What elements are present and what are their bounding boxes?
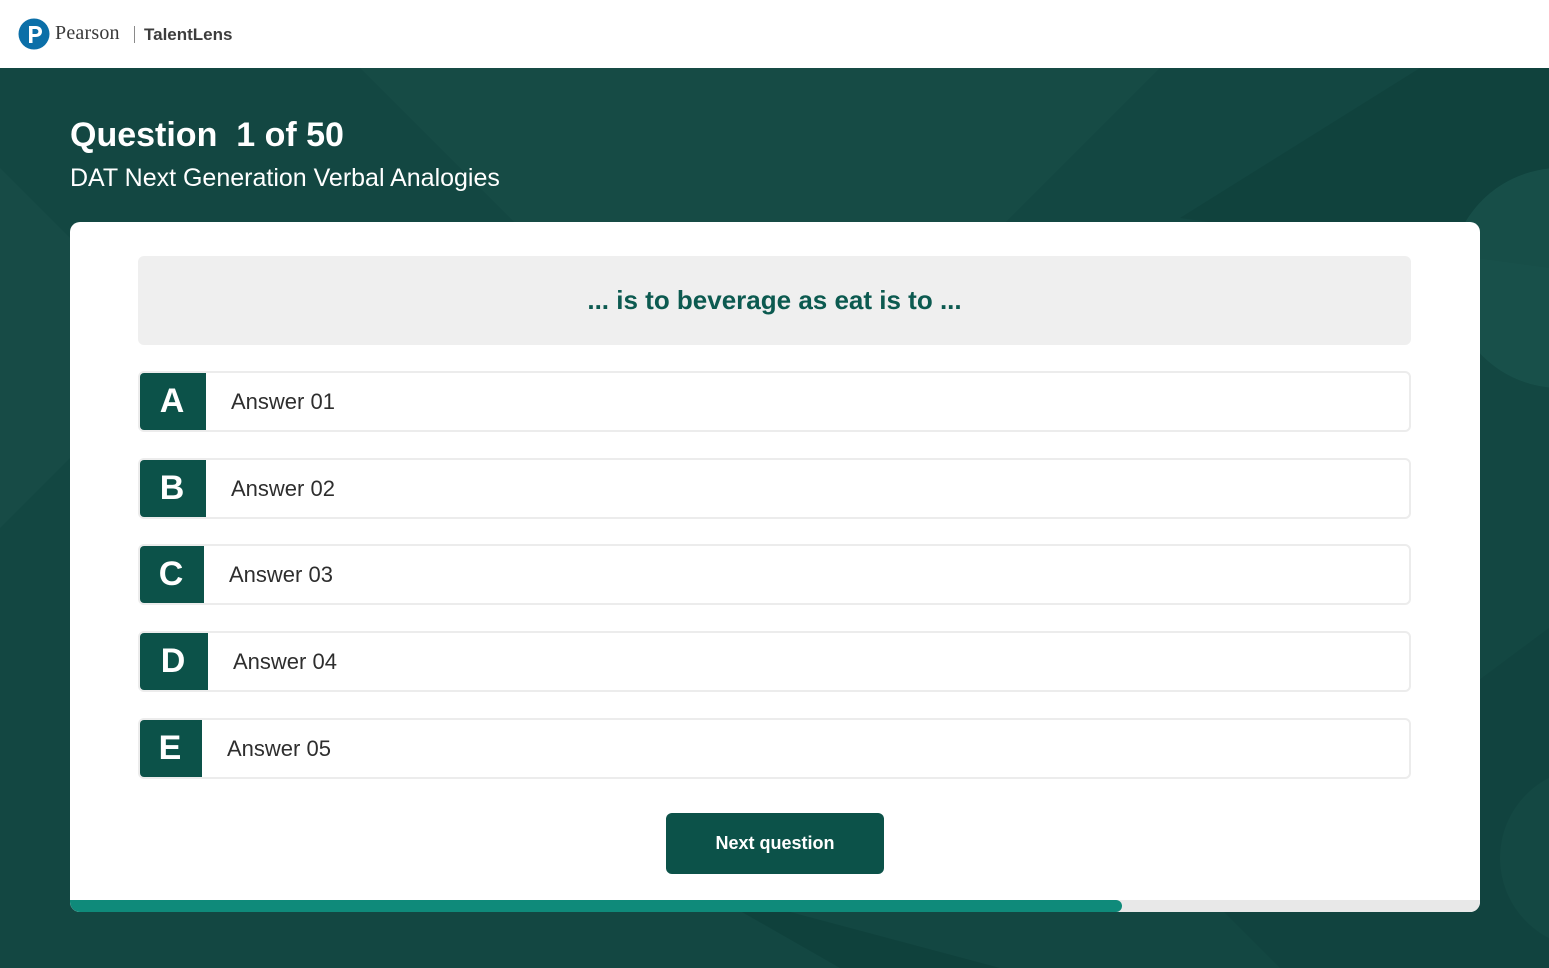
option-label: Answer 01	[231, 388, 335, 414]
progress-bar-fill	[70, 900, 1122, 912]
test-name: DAT Next Generation Verbal Analogies	[70, 164, 500, 192]
brand-divider	[134, 26, 135, 43]
question-prompt-box: ... is to beverage as eat is to ...	[138, 256, 1411, 345]
option-label: Answer 02	[231, 475, 335, 501]
answer-option-b[interactable]: B Answer 02	[138, 458, 1411, 519]
brand-name: Pearson	[55, 22, 120, 44]
option-label: Answer 04	[233, 648, 337, 674]
pearson-logo-icon	[18, 18, 50, 50]
product-name: TalentLens	[144, 25, 233, 44]
assessment-stage: Question 1 of 50 DAT Next Generation Ver…	[0, 68, 1549, 968]
option-letter: E	[140, 720, 202, 777]
question-prompt: ... is to beverage as eat is to ...	[587, 285, 962, 315]
option-letter: D	[140, 633, 208, 690]
answer-option-e[interactable]: E Answer 05	[138, 718, 1411, 779]
option-letter: A	[140, 373, 206, 430]
answer-option-a[interactable]: A Answer 01	[138, 371, 1411, 432]
next-question-button[interactable]: Next question	[666, 813, 884, 874]
question-counter: Question 1 of 50	[70, 116, 344, 154]
question-card: ... is to beverage as eat is to ... A An…	[70, 222, 1480, 912]
option-label: Answer 05	[227, 735, 331, 761]
answer-option-c[interactable]: C Answer 03	[138, 544, 1411, 605]
answer-option-d[interactable]: D Answer 04	[138, 631, 1411, 692]
option-label: Answer 03	[229, 561, 333, 587]
progress-bar	[70, 900, 1480, 912]
option-letter: B	[140, 460, 206, 517]
option-letter: C	[140, 546, 204, 603]
top-bar: Pearson TalentLens	[0, 0, 1549, 68]
